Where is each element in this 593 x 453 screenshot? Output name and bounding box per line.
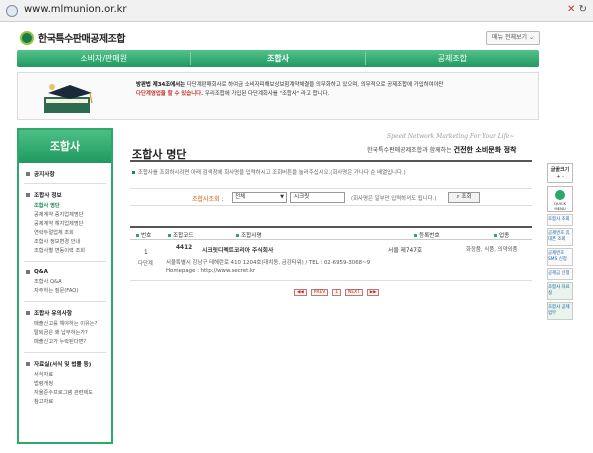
quick-menu-header: QUICK MENU [547,186,573,212]
pagination: ◀◀ PREV 1 NEXT ▶▶ [294,289,380,296]
quick-menu: 글꼴크기 + - QUICK MENU 조합사 조회 공제번호 휴대폰 조회 공… [547,163,573,323]
sidebar-item-references[interactable]: 참고자료 [19,398,111,407]
sidebar-item-why-report[interactable]: 매출신고를 해야하는 이유는? [19,320,111,329]
column-header-reg: 등록번호 [414,231,440,239]
nav-item-member[interactable]: 조합사 [191,50,364,67]
first-page-button[interactable]: ◀◀ [294,289,307,296]
column-header-no: 번호 [136,231,151,239]
sidebar-item-unreachable[interactable]: 연락두절업체 조회 [19,229,111,238]
row-company-name[interactable]: 시크릿디렉트코리아 주식회사 [202,245,273,254]
search-input[interactable]: 시크릿 [290,192,345,203]
page-root: { "browser": {"url": "www.mlmunion.or.kr… [0,0,593,453]
sidebar-item-history[interactable]: 조합사별 변동이력 조회 [19,247,111,256]
page-1-button[interactable]: 1 [332,289,342,296]
sidebar-item-member-qna[interactable]: 조합사 Q&A [19,278,111,287]
table-row[interactable]: 1 다단계 4412 시크릿디렉트코리아 주식회사 서울 제747호 화장품, … [130,241,532,281]
column-header-code: 조합코드 [168,231,194,239]
sidebar-item-forms[interactable]: 서식자료 [19,371,111,380]
slogan: 한국특수판매공제조합과 함께하는 건전한 소비문화 정착 [367,146,517,154]
logo-mark-icon [20,30,34,45]
site-logo[interactable]: 한국특수판매공제조합 [20,30,126,45]
quick-item-claim[interactable]: 공제금 신청 [547,268,573,280]
row-business: 화장품, 식품, 의약외품 [466,247,518,253]
next-page-button[interactable]: NEXT [345,289,363,296]
quick-item-work[interactable]: 조합사 공제업무 [547,302,573,320]
url-field[interactable]: www.mlmunion.or.kr [24,4,127,15]
column-header-biz: 업종 [494,231,509,239]
last-page-button[interactable]: ▶▶ [366,289,380,296]
row-code: 4412 [176,245,193,251]
browser-tools: ✕ ↻ [567,4,587,15]
globe-icon [6,5,18,17]
sidebar-item-law-revision[interactable]: 법령개정 [19,380,111,389]
info-banner: 방판법 제34조에서는 다단계판매회사로 하여금 소비자피해보상보험계약체결을 … [17,72,539,120]
dropdown-arrow-icon: ▼ [280,194,284,200]
nav-item-mutual-aid[interactable]: 공제조합 [366,50,539,67]
quick-item-sms[interactable]: 공제번호 SMS 신청 [547,248,573,266]
quick-item-member-search[interactable]: 조합사 조회 [547,214,573,226]
sidebar-section-cautions[interactable]: 조합사 유의사항 [19,309,111,317]
sidebar-item-member-list[interactable]: 조합사 명단 [19,202,111,211]
search-icon: ⌕ [456,194,460,200]
search-label: 조합사조회 : [192,196,224,203]
sidebar-item-missing-report[interactable]: 매출신고가 누락된다면? [19,338,111,347]
sidebar-item-info-change[interactable]: 조합사 정보변경 안내 [19,238,111,247]
sidebar-section-notice[interactable]: 공지사항 [19,170,111,178]
stop-icon[interactable]: ✕ [567,4,575,15]
sidebar-section-member-info[interactable]: 조합사 정보 [19,191,111,199]
row-no: 1 [144,250,148,256]
font-size-buttons[interactable]: + - [548,173,572,182]
quick-item-archive[interactable]: 조합사 자료실 [547,282,573,300]
sidebar-item-withdrawal-fee[interactable]: 탈퇴금은 왜 납부하는가? [19,329,111,338]
row-address: 서울특별시 강남구 테헤란로 410 1204호(대치동, 금강타워) / TE… [166,260,371,266]
main-nav: 소비자/판매원 조합사 공제조합 [17,50,539,67]
row-homepage[interactable]: Homepage : http://www.secret.kr [166,268,255,274]
row-reg-no: 서울 제747호 [388,248,423,254]
full-menu-button[interactable]: 메뉴 전체보기 ⌄ [486,31,540,45]
search-notice: 조합사를 조회하시려면 아래 검색창에 회사명을 입력하시고 조회버튼을 눌러주… [132,168,406,176]
quick-item-phone-lookup[interactable]: 공제번호 휴대폰 조회 [547,228,573,246]
column-header-name: 조합사명 [236,231,262,239]
graduation-book-icon [44,84,93,113]
search-hint: (회사명은 일부만 입력하셔도 됩니다.) [351,196,437,202]
sidebar-title: 조합사 [19,130,111,163]
sidebar-item-suspended[interactable]: 공제계약 중지업체명단 [19,211,111,220]
prev-page-button[interactable]: PREV [310,289,329,296]
search-bar: 조합사조회 : 전체 ▼ 시크릿 (회사명은 일부만 입력하셔도 됩니다.) ⌕ … [130,188,532,206]
sidebar-section-archive[interactable]: 자료실(서식 및 법률 등) [19,360,111,368]
table-header: 번호 조합코드 조합사명 등록번호 업종 [130,226,532,240]
sidebar-section-qna[interactable]: Q&A [19,269,111,275]
sidebar-item-compliance[interactable]: 자율준수프로그램 관련제도 [19,389,111,398]
row-type: 다단계 [138,261,153,267]
logo-text: 한국특수판매공제조합 [38,34,126,45]
browser-address-bar: www.mlmunion.or.kr ✕ ↻ [0,0,593,22]
banner-text: 방판법 제34조에서는 다단계판매회사로 하여금 소비자피해보상보험계약체결을 … [136,82,444,97]
sidebar-item-faq[interactable]: 자주하는 질문(FAQ) [19,287,111,296]
sidebar: 조합사 공지사항 조합사 정보 조합사 명단 공제계약 중지업체명단 공제계약 … [17,128,113,444]
font-size-control: 글꼴크기 + - [547,163,573,183]
sidebar-item-terminated[interactable]: 공제계약 해지업체명단 [19,220,111,229]
nav-item-consumer[interactable]: 소비자/판매원 [17,50,190,67]
title-divider [130,160,532,162]
search-button[interactable]: ⌕ 조회 [448,192,480,203]
quick-menu-icon [555,190,565,200]
slogan-english: Speed Network Marketing For Your Life~ [387,133,515,140]
search-scope-select[interactable]: 전체 ▼ [232,192,287,203]
